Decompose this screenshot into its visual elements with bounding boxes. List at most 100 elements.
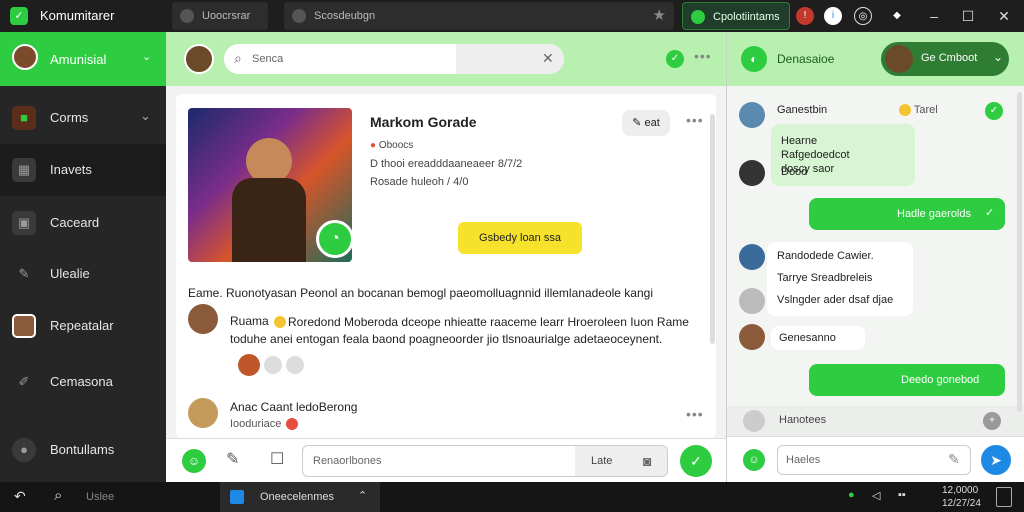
diamond-icon[interactable]: ◆ bbox=[888, 7, 906, 25]
sidebar-item-games[interactable]: ■ Corms ⌄ bbox=[0, 92, 166, 144]
tray-icon[interactable]: ● bbox=[848, 489, 855, 501]
message-bubble[interactable]: Hearne Rafgedoedcot doscy saor Dood bbox=[771, 124, 915, 186]
tab-0[interactable]: Uoocrsrar bbox=[172, 2, 268, 30]
chat-icon bbox=[691, 10, 705, 24]
star-icon[interactable]: ★ bbox=[653, 2, 666, 30]
profile-meta-1: ● Oboocs bbox=[370, 140, 414, 151]
user-chip[interactable]: Ge Cmboot ⌄ bbox=[881, 42, 1009, 76]
check-icon: ✓ bbox=[985, 207, 995, 219]
chevron-down-icon[interactable]: ⌄ bbox=[140, 108, 151, 124]
network-icon[interactable]: ▪▪ bbox=[898, 489, 906, 501]
avatar bbox=[188, 398, 218, 428]
emoji-icon bbox=[286, 418, 299, 431]
clock-date: 12/27/24 bbox=[942, 498, 981, 509]
grid-icon: ▦ bbox=[12, 158, 36, 182]
scrollbar[interactable] bbox=[710, 114, 715, 344]
feed-header: ⌕ Senca ✕ ✓ ••• bbox=[166, 32, 726, 86]
plus-icon[interactable]: + bbox=[983, 412, 1001, 430]
comment-text: Roredond Moberoda dceope nhieatte raacem… bbox=[230, 315, 689, 346]
send-button[interactable]: ➤ bbox=[981, 445, 1011, 475]
chat-title: Denasaioe bbox=[777, 52, 835, 66]
tab-icon bbox=[292, 9, 306, 23]
notification-icon[interactable] bbox=[996, 487, 1012, 507]
sidebar-item-caceard[interactable]: ▣ Caceard bbox=[0, 197, 166, 249]
sidebar-item-bontullams[interactable]: ● Bontullams bbox=[0, 424, 166, 476]
shield-icon[interactable]: ! bbox=[796, 7, 814, 25]
message-bubble[interactable]: Randodede Cawier. Tarrye Sreadbreleis Vs… bbox=[767, 242, 913, 316]
composer-input[interactable]: Renaorlbones Late ◙ bbox=[302, 445, 668, 477]
sidebar-item-repeatalar[interactable]: Repeatalar bbox=[0, 300, 166, 352]
minimize-icon[interactable]: – bbox=[924, 6, 944, 26]
comment-sub: Iooduriace bbox=[230, 418, 299, 431]
info-icon[interactable]: i bbox=[824, 7, 842, 25]
edit-icon: ✐ bbox=[18, 374, 30, 389]
search-icon[interactable]: ⌕ bbox=[54, 487, 62, 504]
check-icon[interactable]: ✓ bbox=[985, 102, 1003, 120]
close-icon[interactable]: ✕ bbox=[994, 6, 1014, 26]
avatar bbox=[739, 244, 765, 270]
sidebar-header-label: Amunisial bbox=[50, 52, 107, 67]
avatar bbox=[739, 102, 765, 128]
composer-suffix bbox=[575, 446, 667, 476]
more-icon[interactable]: ••• bbox=[694, 48, 712, 64]
emoji-icon[interactable]: ☺ bbox=[743, 449, 765, 471]
more-icon[interactable]: ••• bbox=[686, 112, 704, 128]
chevron-down-icon[interactable]: ⌄ bbox=[142, 50, 151, 63]
chat-composer: ☺ Haeles ✎ ➤ bbox=[727, 436, 1024, 482]
composer: ☺ ✎ ☐ Renaorlbones Late ◙ ✓ bbox=[166, 438, 726, 482]
message-bubble[interactable]: Deedo gonebod bbox=[809, 364, 1005, 396]
edit-icon: ✎ bbox=[632, 117, 645, 129]
camera-icon[interactable]: ◙ bbox=[643, 453, 651, 469]
avatar bbox=[885, 45, 913, 73]
sidebar-item-ulealie[interactable]: ✎ Ulealie bbox=[0, 248, 166, 300]
taskbar-search[interactable]: Uslee bbox=[86, 491, 114, 503]
tab-2[interactable]: Cpolotiintams bbox=[682, 2, 790, 30]
tab-icon bbox=[180, 9, 194, 23]
chat-header: ◐ Denasaioe Ge Cmboot ⌄ bbox=[727, 32, 1024, 86]
post-card: ◔ Markom Gorade ● Oboocs D thooi ereaddd… bbox=[176, 94, 716, 438]
chat-icon[interactable]: ◐ bbox=[741, 46, 767, 72]
sidebar-item-cemasona[interactable]: ✐ Cemasona bbox=[0, 356, 166, 408]
game-character-image: ◔ bbox=[188, 108, 354, 262]
back-icon[interactable]: ↶ bbox=[14, 488, 26, 505]
emoji-icon bbox=[899, 104, 911, 117]
pen-icon[interactable]: ✎ bbox=[226, 449, 239, 469]
app-icon bbox=[230, 490, 244, 504]
more-icon[interactable]: ••• bbox=[686, 406, 704, 422]
reaction-row[interactable] bbox=[228, 354, 308, 376]
settings-icon[interactable]: ◎ bbox=[854, 7, 872, 25]
emoji-icon[interactable]: ☺ bbox=[182, 449, 206, 473]
profile-meta-2: D thooi ereadddaaneaeer 8/7/2 bbox=[370, 158, 523, 170]
search-input[interactable]: ⌕ Senca ✕ bbox=[224, 44, 564, 74]
chat-input[interactable]: Haeles ✎ bbox=[777, 445, 971, 475]
avatar[interactable] bbox=[184, 44, 214, 74]
message-bubble[interactable]: Genesanno bbox=[771, 326, 865, 350]
volume-icon[interactable]: ◁ bbox=[872, 489, 880, 502]
play-icon[interactable]: ◔ bbox=[316, 220, 354, 258]
chevron-up-icon: ⌃ bbox=[358, 490, 368, 502]
maximize-icon[interactable]: ☐ bbox=[958, 6, 978, 26]
profile-icon bbox=[12, 314, 36, 338]
taskbar-app[interactable]: Oneecelenmes ⌃ bbox=[220, 482, 380, 512]
profile-meta-3: Rosade huleoh / 4/0 bbox=[370, 176, 469, 188]
composer-button[interactable]: Late bbox=[591, 455, 612, 467]
chevron-down-icon: ⌄ bbox=[993, 50, 1004, 64]
sidebar-item-inavets[interactable]: ▦ Inavets bbox=[0, 144, 166, 196]
comment-icon[interactable]: ☐ bbox=[270, 449, 284, 469]
reaction-avatar bbox=[238, 354, 260, 376]
avatar bbox=[12, 44, 38, 70]
mask-icon bbox=[264, 356, 282, 374]
tab-1[interactable]: Scosdeubgn ★ bbox=[284, 2, 674, 30]
sidebar-header[interactable]: Amunisial ⌄ bbox=[0, 32, 166, 86]
chip-button[interactable]: ✎ eat bbox=[622, 110, 670, 136]
avatar bbox=[739, 288, 765, 314]
send-button[interactable]: ✓ bbox=[680, 445, 712, 477]
action-button[interactable]: Gsbedy loan ssa bbox=[458, 222, 582, 254]
check-icon[interactable]: ✓ bbox=[666, 50, 684, 68]
scrollbar[interactable] bbox=[1017, 92, 1022, 412]
clear-icon[interactable]: ✕ bbox=[542, 50, 554, 67]
message-time: Tarel bbox=[897, 104, 938, 117]
message-bubble[interactable]: Hadle gaerolds ✓ bbox=[809, 198, 1005, 230]
character-body bbox=[232, 178, 306, 262]
games-icon: ■ bbox=[12, 106, 36, 130]
